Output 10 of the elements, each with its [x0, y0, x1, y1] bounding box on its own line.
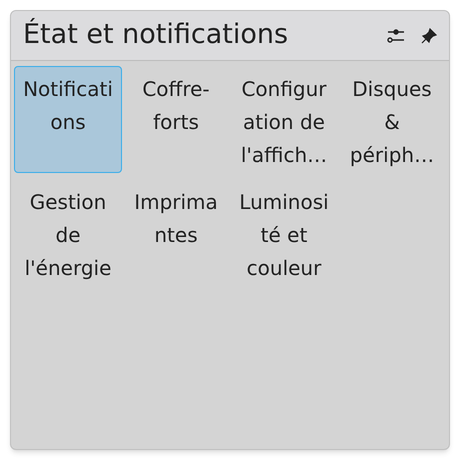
- applet-item[interactable]: Disques & périph…: [338, 66, 446, 173]
- pin-icon[interactable]: [421, 28, 437, 44]
- window-title: État et notifications: [23, 17, 290, 52]
- applet-item[interactable]: Gestion de l'énergie: [14, 179, 122, 286]
- applet-item[interactable]: Configur ation de l'affich…: [230, 66, 338, 173]
- applet-item[interactable]: Luminosi té et couleur: [230, 179, 338, 286]
- applet-item[interactable]: Notificati ons: [14, 66, 122, 173]
- applet-item[interactable]: Coffre- forts: [122, 66, 230, 173]
- settings-icon[interactable]: [387, 28, 405, 44]
- applet-item[interactable]: Imprima ntes: [122, 179, 230, 286]
